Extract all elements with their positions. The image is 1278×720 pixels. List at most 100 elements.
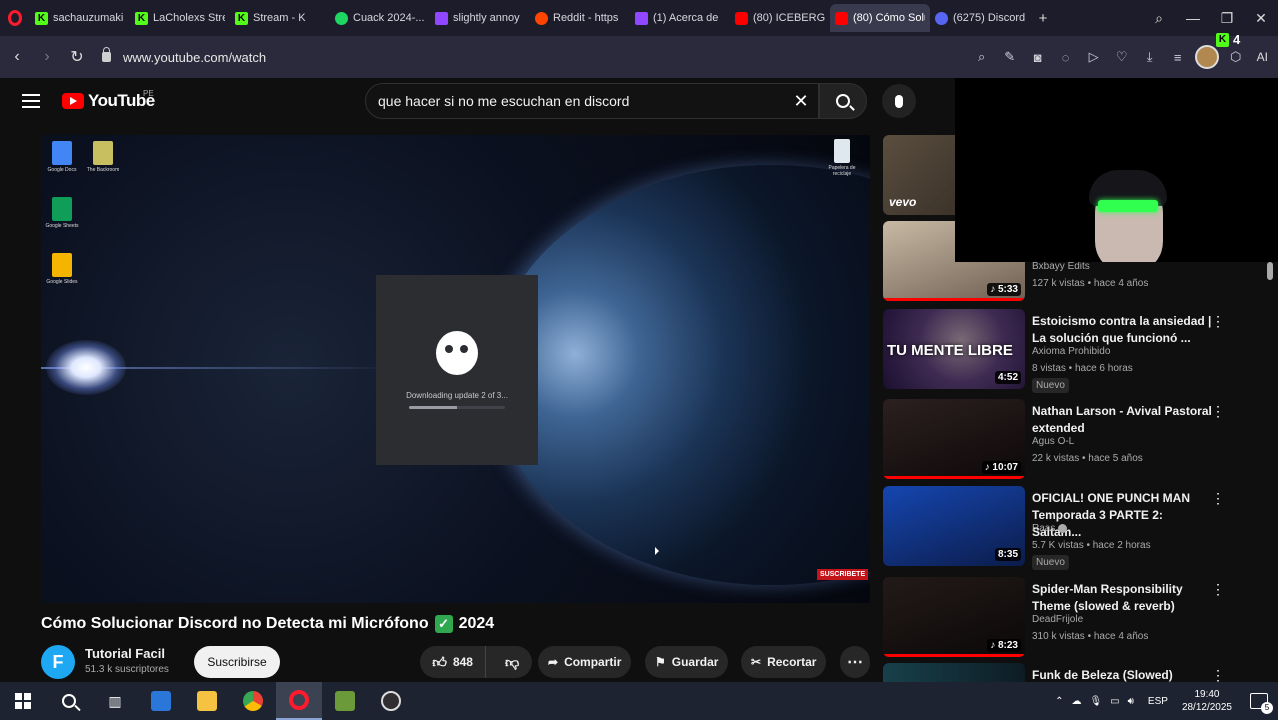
youtube-logo[interactable]: YouTube <box>62 91 155 111</box>
tab-sachauzumaki[interactable]: Ksachauzumaki <box>30 4 130 32</box>
tab-acerca-de[interactable]: (1) Acerca de <box>630 4 730 32</box>
start-button[interactable] <box>0 682 46 720</box>
new-tab-button[interactable]: + <box>1034 9 1052 27</box>
notification-count: 5 <box>1261 702 1273 714</box>
recommendation-channel[interactable]: Agus O-L <box>1032 436 1074 447</box>
taskbar-app[interactable] <box>322 682 368 720</box>
forward-button[interactable]: › <box>32 42 62 72</box>
system-tray: ⌃ ☁ 🎙︎ ▭ 🔊︎ ESP 19:40 28/12/2025 5 <box>1055 682 1278 720</box>
recommendation-item[interactable]: ♪ 10:07 Nathan Larson - Avival Pastoral … <box>883 399 1263 483</box>
discord-update-window: Downloading update 2 of 3... <box>376 275 538 465</box>
thumbs-up-icon: 👍︎ <box>432 653 447 670</box>
share-button[interactable]: ➦ Compartir <box>538 646 632 678</box>
tab-lacholexs[interactable]: K LaCholexs Stre <box>130 4 230 32</box>
channel-avatar[interactable]: F <box>41 645 75 679</box>
tab-como-solucionar[interactable]: (80) Cómo Solucion <box>830 4 930 32</box>
taskbar-explorer[interactable] <box>184 682 230 720</box>
more-options-icon[interactable]: ⋮ <box>1211 403 1225 420</box>
vevo-logo: vevo <box>889 195 917 209</box>
recommendation-channel[interactable]: Axioma Prohibido <box>1032 346 1110 357</box>
windows-logo-icon <box>15 693 31 709</box>
more-options-icon[interactable]: ⋮ <box>1211 313 1225 330</box>
camera-icon[interactable]: ◙ <box>1027 46 1049 68</box>
recommendation-channel[interactable]: DeadFrijole <box>1032 614 1083 625</box>
tab-iceberg[interactable]: (80) ICEBERG <box>730 4 830 32</box>
heart-icon[interactable]: ♡ <box>1111 46 1133 68</box>
more-options-icon[interactable]: ⋮ <box>1211 667 1225 682</box>
recommendation-title[interactable]: Spider-Man Responsibility Theme (slowed … <box>1032 581 1212 615</box>
save-button[interactable]: ⚑ Guardar <box>645 646 729 678</box>
tab-search-icon[interactable]: ⌕ <box>1142 0 1176 36</box>
recommendation-meta: 22 k vistas • hace 5 años <box>1032 453 1143 464</box>
reload-button[interactable]: ↻ <box>62 42 92 72</box>
obs-icon <box>381 691 401 711</box>
taskbar-search-button[interactable] <box>46 682 92 720</box>
vpn-icon[interactable]: ◌ <box>1055 46 1077 68</box>
recommendation-title[interactable]: Estoicismo contra la ansiedad | La soluc… <box>1032 313 1212 347</box>
clip-button[interactable]: ✂ Recortar <box>741 646 827 678</box>
video-player[interactable]: Google Docs The Backroom Google Sheets G… <box>41 135 870 603</box>
mic-tray-icon[interactable]: 🎙︎ <box>1089 696 1102 707</box>
more-actions-button[interactable]: ⋯ <box>840 646 870 678</box>
minimize-button[interactable]: — <box>1176 0 1210 36</box>
search-button[interactable] <box>819 83 867 119</box>
video-thumbnail[interactable]: 8:35 <box>883 486 1025 566</box>
voice-search-button[interactable] <box>882 84 916 118</box>
taskbar-obs[interactable] <box>368 682 414 720</box>
recommendation-channel[interactable]: Bxbayy Edits <box>1032 261 1090 272</box>
recommendation-title[interactable]: Nathan Larson - Avival Pastoral extended <box>1032 403 1212 437</box>
display-icon[interactable]: ▭ <box>1110 696 1119 707</box>
task-view-button[interactable]: ▥ <box>92 682 138 720</box>
language-indicator[interactable]: ESP <box>1148 696 1168 707</box>
recommendation-channel[interactable]: Raas <box>1032 523 1068 534</box>
scrollbar[interactable] <box>1267 262 1273 280</box>
volume-icon[interactable]: 🔊︎ <box>1128 696 1134 707</box>
video-thumbnail[interactable] <box>883 663 1025 682</box>
more-options-icon[interactable]: ⋮ <box>1211 581 1225 598</box>
menu-icon[interactable]: ≡ <box>1167 46 1189 68</box>
like-dislike-group: 👍︎ 848 👎︎ <box>420 646 532 678</box>
back-button[interactable]: ‹ <box>2 42 32 72</box>
download-icon[interactable]: ⤓ <box>1139 46 1161 68</box>
tab-reddit[interactable]: Reddit - https <box>530 4 630 32</box>
notification-center-icon[interactable]: 5 <box>1250 693 1273 714</box>
more-options-icon[interactable]: ⋮ <box>1211 490 1225 507</box>
recommendation-item[interactable]: ♪ 8:23 Spider-Man Responsibility Theme (… <box>883 577 1263 661</box>
video-thumbnail[interactable]: ♪ 8:23 <box>883 577 1025 657</box>
send-icon[interactable]: ▷ <box>1083 46 1105 68</box>
spotify-icon <box>335 11 348 25</box>
recommendation-item[interactable]: TU MENTE LIBRE 4:52 Estoicismo contra la… <box>883 309 1263 393</box>
taskbar-store[interactable] <box>138 682 184 720</box>
extensions-icon[interactable]: ⬡ <box>1225 46 1247 68</box>
url-field[interactable]: www.youtube.com/watch <box>102 47 266 65</box>
tab-discord[interactable]: (6275) Discord <box>930 4 1030 32</box>
profile-avatar[interactable] <box>1194 45 1219 69</box>
like-button[interactable]: 👍︎ 848 <box>420 646 487 678</box>
video-thumbnail[interactable]: TU MENTE LIBRE 4:52 <box>883 309 1025 389</box>
recommendation-item[interactable]: Funk de Beleza (Slowed) ⋮ <box>883 663 1263 682</box>
opera-menu-icon[interactable] <box>0 0 30 36</box>
hamburger-menu-icon[interactable] <box>22 94 40 108</box>
lens-icon[interactable]: ⌕ <box>971 46 993 68</box>
clock[interactable]: 19:40 28/12/2025 <box>1182 688 1232 714</box>
slides-icon <box>52 253 72 277</box>
recommendation-title[interactable]: Funk de Beleza (Slowed) <box>1032 667 1212 682</box>
clear-search-icon[interactable]: ✕ <box>790 91 812 113</box>
recommendation-item[interactable]: 8:35 OFICIAL! ONE PUNCH MAN Temporada 3 … <box>883 486 1263 570</box>
edit-icon[interactable]: ✎ <box>999 46 1021 68</box>
video-thumbnail[interactable]: ♪ 10:07 <box>883 399 1025 479</box>
taskbar-opera[interactable] <box>276 682 322 720</box>
ai-button[interactable]: AI <box>1253 50 1272 64</box>
dislike-button[interactable]: 👎︎ <box>492 646 532 678</box>
tray-expand-icon[interactable]: ⌃ <box>1055 696 1063 707</box>
channel-name[interactable]: Tutorial Facil <box>85 646 165 661</box>
tab-cuack[interactable]: Cuack 2024-... <box>330 4 430 32</box>
taskbar-chrome[interactable] <box>230 682 276 720</box>
network-icon[interactable]: ☁ <box>1071 696 1081 707</box>
tab-stream[interactable]: K Stream - K <box>230 4 330 32</box>
close-window-button[interactable]: ✕ <box>1244 0 1278 36</box>
subscribe-button[interactable]: Suscribirse <box>194 646 280 678</box>
search-input[interactable]: que hacer si no me escuchan en discord <box>365 83 819 119</box>
maximize-button[interactable]: ❐ <box>1210 0 1244 36</box>
tab-slightly-annoyed[interactable]: slightly annoy <box>430 4 530 32</box>
